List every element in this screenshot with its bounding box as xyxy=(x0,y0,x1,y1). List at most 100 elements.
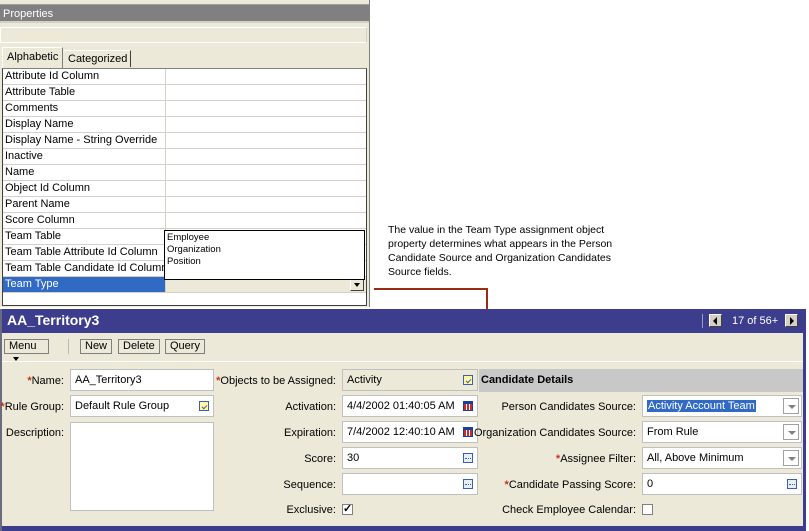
expiration-label: Expiration: xyxy=(284,427,336,439)
sequence-field[interactable] xyxy=(342,473,478,495)
callout-line xyxy=(374,288,487,290)
property-value[interactable] xyxy=(166,213,366,228)
new-button[interactable]: New xyxy=(80,339,113,354)
property-row[interactable]: Comments xyxy=(3,101,366,117)
property-name: Parent Name xyxy=(3,197,166,212)
next-record-button[interactable] xyxy=(785,314,798,327)
property-name: Attribute Table xyxy=(3,85,166,100)
property-value[interactable] xyxy=(166,149,366,164)
property-name: Display Name xyxy=(3,117,166,132)
property-name: Inactive xyxy=(3,149,166,164)
assignee-filter-label: *Assignee Filter: xyxy=(555,453,636,465)
property-row[interactable]: Name xyxy=(3,165,366,181)
calculator-icon[interactable] xyxy=(463,479,473,489)
tab-alphabetic[interactable]: Alphabetic xyxy=(2,47,63,68)
query-button[interactable]: Query xyxy=(165,339,205,354)
property-value[interactable] xyxy=(166,197,366,212)
exclusive-label: Exclusive: xyxy=(286,504,336,516)
toolbar-separator xyxy=(2,361,806,362)
menu-button[interactable]: Menu xyxy=(4,339,49,354)
property-name: Display Name - String Override xyxy=(3,133,166,148)
property-value[interactable] xyxy=(166,133,366,148)
calendar-icon[interactable] xyxy=(463,401,473,411)
team-type-dropdown-list: Employee Organization Position xyxy=(164,230,365,280)
candidate-details-header: Candidate Details xyxy=(479,369,803,392)
annotation-text: The value in the Team Type assignment ob… xyxy=(388,224,613,278)
exclusive-checkbox[interactable] xyxy=(342,502,353,515)
organization-candidates-source-label: Organization Candidates Source: xyxy=(473,427,636,439)
name-field[interactable]: AA_Territory3 xyxy=(70,369,214,391)
expiration-field[interactable]: 7/4/2002 12:40:10 AM xyxy=(342,421,478,443)
applet-title: AA_Territory3 xyxy=(7,312,100,328)
previous-record-button[interactable] xyxy=(709,314,722,327)
tab-categorized[interactable]: Categorized xyxy=(64,50,131,67)
property-value[interactable] xyxy=(166,101,366,116)
property-name: Team Table Candidate Id Column xyxy=(5,261,166,276)
property-name: Team Table xyxy=(3,229,166,244)
property-value[interactable] xyxy=(166,85,366,100)
chevron-down-icon[interactable] xyxy=(783,424,799,440)
toolbar-divider xyxy=(68,339,69,354)
organization-candidates-source-select[interactable]: From Rule xyxy=(642,421,802,443)
pick-list-icon[interactable] xyxy=(199,401,209,411)
objects-to-be-assigned-label: *Objects to be Assigned: xyxy=(216,375,336,387)
property-row[interactable]: Inactive xyxy=(3,149,366,165)
description-field[interactable] xyxy=(70,422,214,511)
calculator-icon[interactable] xyxy=(463,453,473,463)
assignee-filter-select[interactable]: All, Above Minimum xyxy=(642,447,802,469)
score-label: Score: xyxy=(304,453,336,465)
applet-right-border xyxy=(803,333,806,526)
properties-title: Properties xyxy=(0,5,369,23)
property-value[interactable] xyxy=(166,117,366,132)
delete-button[interactable]: Delete xyxy=(118,339,160,354)
activation-field[interactable]: 4/4/2002 01:40:05 AM xyxy=(342,395,478,417)
territory-applet: AA_Territory3 17 of 56+ Menu New Delete … xyxy=(0,309,806,531)
property-name: Object Id Column xyxy=(3,181,166,196)
chevron-down-icon[interactable] xyxy=(783,450,799,466)
property-value[interactable] xyxy=(166,165,366,180)
property-row[interactable]: Attribute Table xyxy=(3,85,366,101)
property-row[interactable]: Attribute Id Column xyxy=(3,69,366,85)
rule-group-field[interactable]: Default Rule Group xyxy=(70,395,214,417)
calendar-icon[interactable] xyxy=(463,427,473,437)
calculator-icon[interactable] xyxy=(787,479,797,489)
property-value[interactable] xyxy=(166,181,366,196)
properties-panel: Properties Alphabetic Categorized Attrib… xyxy=(0,0,370,307)
dropdown-option[interactable]: Position xyxy=(167,256,362,268)
property-value[interactable] xyxy=(166,69,366,84)
activation-label: Activation: xyxy=(285,401,336,413)
name-label: *Name: xyxy=(27,375,64,387)
dropdown-option[interactable]: Organization xyxy=(167,244,362,256)
pick-list-icon[interactable] xyxy=(463,375,473,385)
rule-group-label: *Rule Group: xyxy=(0,401,64,413)
applet-bottom-border xyxy=(2,526,806,531)
person-candidates-source-label: Person Candidates Source: xyxy=(501,401,636,413)
person-candidates-source-select[interactable]: Activity Account Team xyxy=(642,395,802,417)
property-row[interactable]: Object Id Column xyxy=(3,181,366,197)
candidate-passing-score-field[interactable]: 0 xyxy=(642,473,802,495)
property-row[interactable]: Parent Name xyxy=(3,197,366,213)
record-counter: 17 of 56+ xyxy=(732,315,779,327)
property-name: Comments xyxy=(3,101,166,116)
candidate-passing-score-label: *Candidate Passing Score: xyxy=(504,479,636,491)
description-label: Description: xyxy=(5,427,64,439)
applet-header: AA_Territory3 17 of 56+ xyxy=(2,309,806,333)
sequence-label: Sequence: xyxy=(283,479,336,491)
score-field[interactable]: 30 xyxy=(342,447,478,469)
property-name: Attribute Id Column xyxy=(3,69,166,84)
check-employee-calendar-checkbox[interactable] xyxy=(642,504,653,515)
property-row[interactable]: Display Name xyxy=(3,117,366,133)
header-divider xyxy=(702,314,703,328)
property-name: Team Type xyxy=(3,277,166,292)
objects-to-be-assigned-field[interactable]: Activity xyxy=(342,369,478,391)
property-name: Name xyxy=(3,165,166,180)
properties-toolstrip xyxy=(0,27,367,43)
property-row[interactable]: Score Column xyxy=(3,213,366,229)
dropdown-option[interactable]: Employee xyxy=(167,232,362,244)
property-name: Score Column xyxy=(3,213,166,228)
property-name: Team Table Attribute Id Column xyxy=(3,245,166,260)
check-employee-calendar-label: Check Employee Calendar: xyxy=(502,504,636,516)
menu-label: Menu xyxy=(9,340,37,352)
chevron-down-icon[interactable] xyxy=(783,398,799,414)
property-row[interactable]: Display Name - String Override xyxy=(3,133,366,149)
